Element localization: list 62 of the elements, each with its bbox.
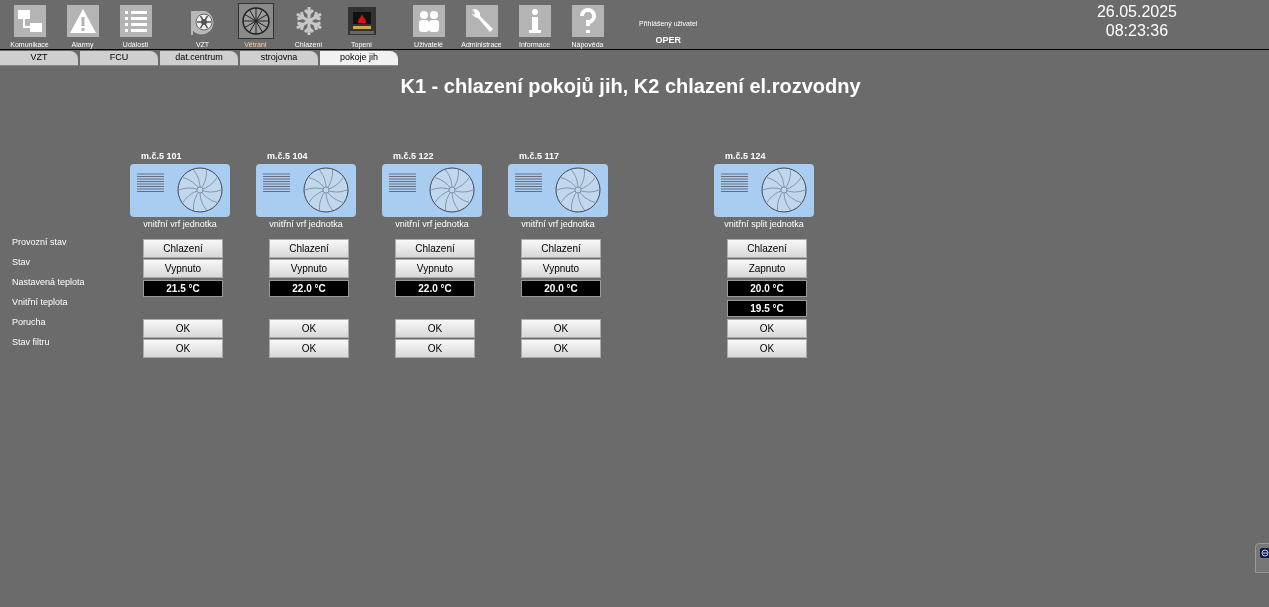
value-button[interactable]: Chlazení xyxy=(521,239,601,258)
info-icon xyxy=(518,5,551,37)
value-button[interactable]: OK xyxy=(727,339,807,358)
value-button[interactable]: Vypnuto xyxy=(395,259,475,278)
tab[interactable]: FCU xyxy=(80,51,158,66)
tab[interactable]: pokoje jih xyxy=(320,51,398,66)
temperature-display: 22.0 °C xyxy=(395,280,475,297)
time-text: 08:23:36 xyxy=(1105,21,1169,40)
date-text: 26.05.2025 xyxy=(1096,2,1177,21)
value-button[interactable]: OK xyxy=(521,339,601,358)
value-button[interactable]: Vypnuto xyxy=(143,259,223,278)
value-button[interactable]: OK xyxy=(727,319,807,338)
value-button[interactable]: OK xyxy=(143,339,223,358)
room-label: m.č.5 104 xyxy=(266,152,308,161)
value-button[interactable]: OK xyxy=(395,319,475,338)
value-button[interactable]: Chlazení xyxy=(143,239,223,258)
room-label: m.č.5 124 xyxy=(724,152,766,161)
value-button[interactable]: Chlazení xyxy=(269,239,349,258)
row-label: Provozní stav xyxy=(12,236,68,249)
value-button[interactable]: Chlazení xyxy=(395,239,475,258)
room-label: m.č.5 122 xyxy=(392,152,434,161)
value-button[interactable]: Vypnuto xyxy=(521,259,601,278)
row-label: Stav filtru xyxy=(12,336,51,349)
value-button[interactable]: Zapnuto xyxy=(727,259,807,278)
row-label: Stav xyxy=(12,256,31,269)
fan-icon xyxy=(239,5,272,37)
user-name: OPER xyxy=(655,33,681,47)
remote-icon xyxy=(1260,548,1269,558)
row-label: Vnitřní teplota xyxy=(12,296,69,309)
room-label: m.č.5 117 xyxy=(518,152,560,161)
temperature-display: 21.5 °C xyxy=(143,280,223,297)
unit-caption: vnitřní vrf jednotka xyxy=(521,220,595,229)
temperature-display: 20.0 °C xyxy=(727,280,807,297)
value-button[interactable]: OK xyxy=(269,339,349,358)
value-button[interactable]: Chlazení xyxy=(727,239,807,258)
tab[interactable]: dat.centrum xyxy=(160,51,238,66)
list-icon xyxy=(119,5,152,37)
value-button[interactable]: OK xyxy=(521,319,601,338)
tab[interactable]: strojovna xyxy=(240,51,318,66)
unit-caption: vnitřní vrf jednotka xyxy=(143,220,217,229)
side-panel-tab[interactable] xyxy=(1255,543,1269,573)
tab[interactable]: VZT xyxy=(0,51,78,66)
network-icon xyxy=(13,5,46,37)
warning-icon xyxy=(66,5,99,37)
unit-caption: vnitřní split jednotka xyxy=(724,220,804,229)
help-icon xyxy=(571,5,604,37)
row-label: Porucha xyxy=(12,316,47,329)
room-label: m.č.5 101 xyxy=(140,152,182,161)
page-title: K1 - chlazení pokojů jih, K2 chlazení el.rozvodny xyxy=(399,74,862,99)
temperature-display: 19.5 °C xyxy=(727,300,807,317)
unit-caption: vnitřní vrf jednotka xyxy=(269,220,343,229)
fireplace-icon xyxy=(345,5,378,37)
temperature-display: 22.0 °C xyxy=(269,280,349,297)
value-button[interactable]: Vypnuto xyxy=(269,259,349,278)
row-label: Nastavená teplota xyxy=(12,276,86,289)
wrench-icon xyxy=(465,5,498,37)
users-icon xyxy=(412,5,445,37)
value-button[interactable]: OK xyxy=(143,319,223,338)
unit-caption: vnitřní vrf jednotka xyxy=(395,220,469,229)
value-button[interactable]: OK xyxy=(269,319,349,338)
value-button[interactable]: OK xyxy=(395,339,475,358)
temperature-display: 20.0 °C xyxy=(521,280,601,297)
